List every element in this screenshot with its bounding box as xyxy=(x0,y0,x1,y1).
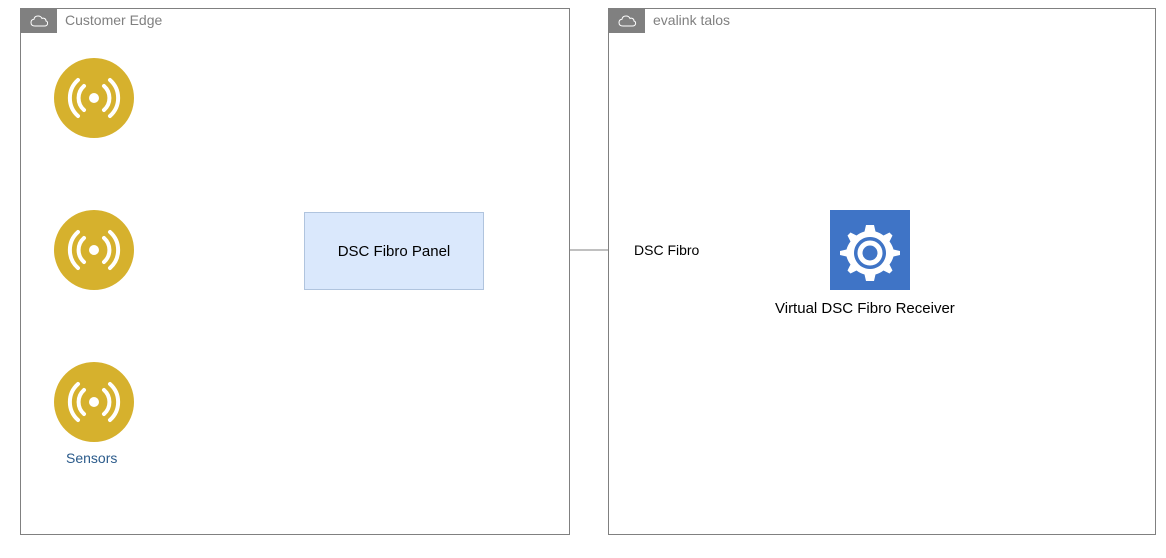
sensor-node xyxy=(54,58,134,138)
sensor-node xyxy=(54,362,134,442)
sensor-node xyxy=(54,210,134,290)
dsc-fibro-panel: DSC Fibro Panel xyxy=(304,212,484,290)
dsc-fibro-receiver: Virtual DSC Fibro Receiver xyxy=(830,210,910,317)
talos-title: evalink talos xyxy=(653,12,730,28)
gear-icon xyxy=(839,219,901,281)
wireless-icon xyxy=(64,220,124,280)
receiver-label: Virtual DSC Fibro Receiver xyxy=(775,300,855,317)
connection-label: DSC Fibro xyxy=(632,242,701,258)
cloud-icon xyxy=(29,14,49,28)
sensor-icon xyxy=(54,210,134,290)
panel-label: DSC Fibro Panel xyxy=(338,243,451,260)
customer-edge-title: Customer Edge xyxy=(65,12,162,28)
wireless-icon xyxy=(64,372,124,432)
wireless-icon xyxy=(64,68,124,128)
talos-icon-tab xyxy=(609,9,645,33)
sensors-label: Sensors xyxy=(66,450,117,466)
sensor-icon xyxy=(54,58,134,138)
receiver-icon-box xyxy=(830,210,910,290)
cloud-icon xyxy=(617,14,637,28)
customer-edge-icon-tab xyxy=(21,9,57,33)
sensor-icon xyxy=(54,362,134,442)
